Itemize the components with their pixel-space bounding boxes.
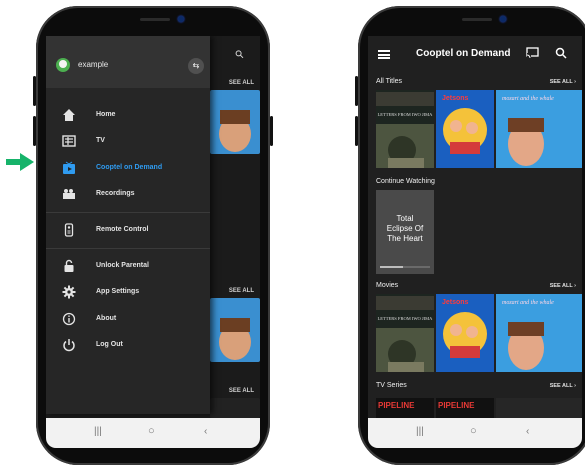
search-icon[interactable] <box>555 47 567 59</box>
poster-letters-from-iwo-jima[interactable]: LETTERS FROM IWO JIMA <box>376 294 434 372</box>
username: example <box>78 60 109 69</box>
poster-jetsons[interactable]: Jetsons <box>436 90 494 168</box>
poster-thumbnail[interactable] <box>210 90 260 154</box>
unlock-icon <box>64 259 74 272</box>
power-button <box>270 116 273 146</box>
drawer-item-remote-control[interactable]: Remote Control <box>46 221 210 241</box>
drawer-item-label: Recordings <box>96 190 135 197</box>
drawer-item-unlock-parental[interactable]: Unlock Parental <box>46 257 210 277</box>
drawer-item-label: Remote Control <box>96 226 149 233</box>
drawer-item-home[interactable]: Home <box>46 106 210 126</box>
drawer-item-label: TV <box>96 137 105 144</box>
poster-title: LETTERS FROM IWO JIMA <box>378 316 434 321</box>
drawer-item-label: Cooptel on Demand <box>96 164 163 171</box>
recent-apps-icon[interactable]: ||| <box>416 426 424 437</box>
cast-icon[interactable] <box>526 47 539 59</box>
on-demand-icon <box>63 161 75 174</box>
drawer-item-about[interactable]: About <box>46 310 210 330</box>
see-all-label: SEE ALL <box>549 283 573 289</box>
front-camera <box>500 16 506 22</box>
home-button-icon[interactable]: ○ <box>148 425 155 437</box>
section-title-all-titles: All Titles <box>376 78 403 85</box>
recent-apps-icon[interactable]: ||| <box>94 426 102 437</box>
poster-thumbnail[interactable] <box>210 398 260 418</box>
home-button-icon[interactable]: ○ <box>470 425 477 437</box>
drawer-item-recordings[interactable]: Recordings <box>46 185 210 205</box>
recordings-icon <box>63 189 75 199</box>
see-all-link[interactable]: SEE ALL › <box>550 283 576 289</box>
poster-jetsons[interactable]: Jetsons <box>436 294 494 372</box>
search-icon[interactable] <box>226 42 260 66</box>
watch-progress-track <box>403 266 430 268</box>
poster-mozart-and-the-whale[interactable]: mozart and the whale <box>496 90 582 168</box>
see-all-link[interactable]: SEE ALL › <box>550 79 576 85</box>
continue-watching-title: Total Eclipse Of The Heart <box>386 214 424 243</box>
phone-left: SEE ALL SEE ALL SEE ALL example ⇆ Home T… <box>33 6 273 465</box>
drawer-item-label: About <box>96 315 117 322</box>
screen-right: Cooptel on Demand All Titles SEE ALL › L… <box>368 36 582 448</box>
app-bar: Cooptel on Demand <box>368 36 582 72</box>
navigation-drawer: example ⇆ Home TV Cooptel on Demand Reco… <box>46 36 210 414</box>
back-icon[interactable]: ‹ <box>204 426 207 437</box>
avatar <box>56 58 70 72</box>
front-camera <box>178 16 184 22</box>
volume-button <box>355 116 358 146</box>
gear-icon <box>62 285 76 299</box>
see-all-label: SEE ALL <box>549 79 573 85</box>
poster-title: PIPELINE <box>378 401 415 410</box>
system-nav-bar: ||| ○ ‹ <box>368 418 582 448</box>
phone-right: Cooptel on Demand All Titles SEE ALL › L… <box>355 6 585 465</box>
volume-button <box>355 76 358 106</box>
poster-title: Jetsons <box>442 299 469 306</box>
volume-button <box>33 116 36 146</box>
watch-progress-bar <box>380 266 403 268</box>
menu-icon[interactable] <box>378 50 390 59</box>
poster-mozart-and-the-whale[interactable]: mozart and the whale <box>496 294 582 372</box>
power-icon <box>63 339 75 352</box>
poster-pipeline[interactable]: PIPELINE <box>376 398 434 420</box>
drawer-item-label: Home <box>96 111 116 118</box>
section-title-movies: Movies <box>376 282 399 289</box>
drawer-item-log-out[interactable]: Log Out <box>46 336 210 356</box>
see-all-link[interactable]: SEE ALL <box>229 388 254 394</box>
remote-icon <box>64 223 74 237</box>
poster-title: mozart and the whale <box>502 96 554 102</box>
drawer-item-label: Unlock Parental <box>96 262 149 269</box>
screen-left: SEE ALL SEE ALL SEE ALL example ⇆ Home T… <box>46 36 260 448</box>
see-all-link[interactable]: SEE ALL › <box>550 383 576 389</box>
section-title-continue-watching: Continue Watching <box>376 178 435 185</box>
info-icon <box>62 312 76 326</box>
continue-watching-card[interactable]: Total Eclipse Of The Heart <box>376 190 434 274</box>
section-title-tv-series: TV Series <box>376 382 407 389</box>
drawer-item-tv[interactable]: TV <box>46 132 210 152</box>
poster-title: Jetsons <box>442 95 469 102</box>
poster-title: mozart and the whale <box>502 300 554 306</box>
back-icon[interactable]: ‹ <box>526 426 529 437</box>
drawer-header: example ⇆ <box>46 36 210 88</box>
see-all-link[interactable]: SEE ALL <box>229 288 254 294</box>
see-all-link[interactable]: SEE ALL <box>229 80 254 86</box>
drawer-item-on-demand[interactable]: Cooptel on Demand <box>46 159 210 179</box>
poster-thumbnail[interactable] <box>210 298 260 362</box>
divider <box>46 248 210 249</box>
switch-profile-button[interactable]: ⇆ <box>188 58 204 74</box>
pointer-arrow-icon <box>6 153 34 171</box>
poster-letters-from-iwo-jima[interactable]: LETTERS FROM IWO JIMA <box>376 90 434 168</box>
drawer-item-app-settings[interactable]: App Settings <box>46 283 210 303</box>
drawer-item-label: Log Out <box>96 341 123 348</box>
volume-button <box>33 76 36 106</box>
poster-pipeline[interactable]: PIPELINE <box>436 398 494 420</box>
speaker-grille <box>140 18 170 21</box>
see-all-label: SEE ALL <box>549 383 573 389</box>
poster-title: PIPELINE <box>438 401 475 410</box>
app-title: Cooptel on Demand <box>416 48 511 59</box>
poster-title: LETTERS FROM IWO JIMA <box>378 112 434 117</box>
divider <box>46 212 210 213</box>
poster-thumbnail[interactable] <box>496 398 582 420</box>
tv-guide-icon <box>62 135 76 147</box>
drawer-item-label: App Settings <box>96 288 140 295</box>
system-nav-bar: ||| ○ ‹ <box>46 418 260 448</box>
home-icon <box>63 109 75 121</box>
speaker-grille <box>462 18 492 21</box>
